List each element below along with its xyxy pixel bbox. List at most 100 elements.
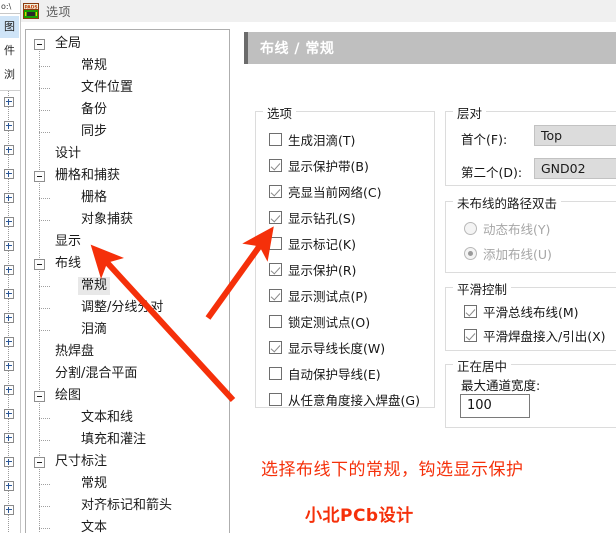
checkbox-box[interactable] [269,366,282,380]
background-tree-expand-icon[interactable] [4,241,14,251]
tree-item[interactable]: 对象捕获 [26,209,229,231]
first-layer-value[interactable]: Top [534,125,616,146]
checkbox-show-marks[interactable]: 显示标记(K) [269,234,356,252]
tree-collapse-icon[interactable] [34,391,45,402]
tree-item[interactable]: 绘图 [26,385,229,407]
checkbox-box[interactable] [464,328,477,342]
background-vtab-2[interactable]: 浏 [0,64,19,86]
background-tree-expand-icon[interactable] [4,145,14,155]
background-tree-expand-icon[interactable] [4,409,14,419]
background-tree-expand-icon[interactable] [4,97,14,107]
checkbox-smooth-pad-entry-exit[interactable]: 平滑焊盘接入/引出(X) [464,326,606,344]
checkbox-show-protect[interactable]: 显示保护(R) [269,260,356,278]
tree-item-label: 备份 [81,102,108,117]
dialog-title: 选项 [46,4,72,19]
tree-item[interactable]: 备份 [26,99,229,121]
checkbox-box[interactable] [269,288,282,302]
checkbox-auto-protect-trace[interactable]: 自动保护导线(E) [269,364,381,382]
background-tree-expand-icon[interactable] [4,169,14,179]
tree-item[interactable]: 文本和线 [26,407,229,429]
checkbox-highlight-current-net[interactable]: 亮显当前网络(C) [269,182,381,200]
svg-text:PADS: PADS [24,4,37,10]
background-tree-expand-icon[interactable] [4,457,14,467]
radio-dynamic-route[interactable]: 动态布线(Y) [464,219,550,237]
background-tree-expand-icon[interactable] [4,121,14,131]
tree-item[interactable]: 常规 [26,473,229,495]
checkbox-box[interactable] [269,184,282,198]
checkbox-box[interactable] [464,304,477,318]
background-tree-expand-icon[interactable] [4,433,14,443]
checkbox-box[interactable] [269,340,282,354]
tree-item[interactable]: 泪滴 [26,319,229,341]
background-tree-expand-icon[interactable] [4,289,14,299]
background-tree-expand-icon[interactable] [4,217,14,227]
layer-pair-group: 层对 首个(F): Top 第二个(D): GND02 [445,103,616,186]
max-channel-width-input[interactable]: 100 [460,394,530,418]
checkbox-show-drill[interactable]: 显示钻孔(S) [269,208,356,226]
checkbox-box[interactable] [269,236,282,250]
background-tree-expand-icon[interactable] [4,193,14,203]
tree-item[interactable]: 文本 [26,517,229,533]
background-vtab-1[interactable]: 件 [0,40,19,62]
tree-guide-horizontal [39,418,51,419]
checkbox-label: 显示钻孔(S) [288,210,356,226]
checkbox-any-angle-pad-entry[interactable]: 从任意角度接入焊盘(G) [269,390,420,408]
tree-guide-vertical [39,51,40,132]
background-tree-expand-icon[interactable] [4,505,14,515]
checkbox-box[interactable] [269,314,282,328]
tree-item[interactable]: 对齐标记和箭头 [26,495,229,517]
tree-item[interactable]: 填充和灌注 [26,429,229,451]
background-vtab-0[interactable]: 图 [0,16,19,38]
dialog-titlebar[interactable]: PADS 选项 [21,0,616,22]
checkbox-show-guard-band[interactable]: 显示保护带(B) [269,156,369,174]
tree-guide-horizontal [39,286,51,287]
background-tree-expand-icon[interactable] [4,361,14,371]
background-tree-expand-icon[interactable] [4,481,14,491]
tree-item-label: 分割/混合平面 [55,366,138,381]
checkbox-smooth-bus-route[interactable]: 平滑总线布线(M) [464,302,579,320]
tree-item[interactable]: 同步 [26,121,229,143]
tree-item[interactable]: 显示 [26,231,229,253]
radio-add-route[interactable]: 添加布线(U) [464,244,552,262]
tree-item[interactable]: 热焊盘 [26,341,229,363]
background-tree-expand-icon[interactable] [4,265,14,275]
checkbox-box[interactable] [269,210,282,224]
tree-collapse-icon[interactable] [34,39,45,50]
tree-collapse-icon[interactable] [34,259,45,270]
tree-item[interactable]: 常规 [26,55,229,77]
tree-item[interactable]: 尺寸标注 [26,451,229,473]
tree-item[interactable]: 全局 [26,33,229,55]
tree-item[interactable]: 常规 [26,275,229,297]
settings-content-pane: 布线 / 常规 选项 生成泪滴(T) 显示保护带(B) 亮显当前网络(C) 显示… [237,23,616,533]
tree-guide-vertical [39,271,40,330]
tree-guide-horizontal [39,132,51,133]
tree-item[interactable]: 栅格和捕获 [26,165,229,187]
checkbox-label: 亮显当前网络(C) [288,184,382,200]
tree-item[interactable]: 设计 [26,143,229,165]
background-tree-expand-icon[interactable] [4,337,14,347]
checkbox-box[interactable] [269,262,282,276]
background-tree-expand-icon[interactable] [4,385,14,395]
background-address-bar[interactable]: o:\ [0,0,20,14]
checkbox-box[interactable] [269,392,282,406]
tree-item[interactable]: 布线 [26,253,229,275]
tree-item[interactable]: 分割/混合平面 [26,363,229,385]
tree-item-label: 热焊盘 [55,344,95,359]
second-layer-value[interactable]: GND02 [534,158,616,179]
tree-item[interactable]: 栅格 [26,187,229,209]
checkbox-lock-testpoint[interactable]: 锁定测试点(O) [269,312,370,330]
radio-box[interactable] [464,246,477,260]
tree-collapse-icon[interactable] [34,457,45,468]
checkbox-show-testpoint[interactable]: 显示测试点(P) [269,286,368,304]
tree-item[interactable]: 文件位置 [26,77,229,99]
checkbox-generate-teardrop[interactable]: 生成泪滴(T) [269,130,355,148]
background-tree-expand-icon[interactable] [4,313,14,323]
checkbox-show-trace-length[interactable]: 显示导线长度(W) [269,338,385,356]
checkbox-label: 显示保护(R) [288,262,357,278]
checkbox-box[interactable] [269,132,282,146]
tree-collapse-icon[interactable] [34,171,45,182]
tree-item[interactable]: 调整/分线分对 [26,297,229,319]
settings-tree-panel[interactable]: 全局 常规 文件位置 备份 同步 设计 栅格和捕获 栅格 对象捕获 显示 布线 常规 调整/分线分对 泪滴… [25,29,230,533]
radio-box[interactable] [464,221,477,235]
checkbox-box[interactable] [269,158,282,172]
